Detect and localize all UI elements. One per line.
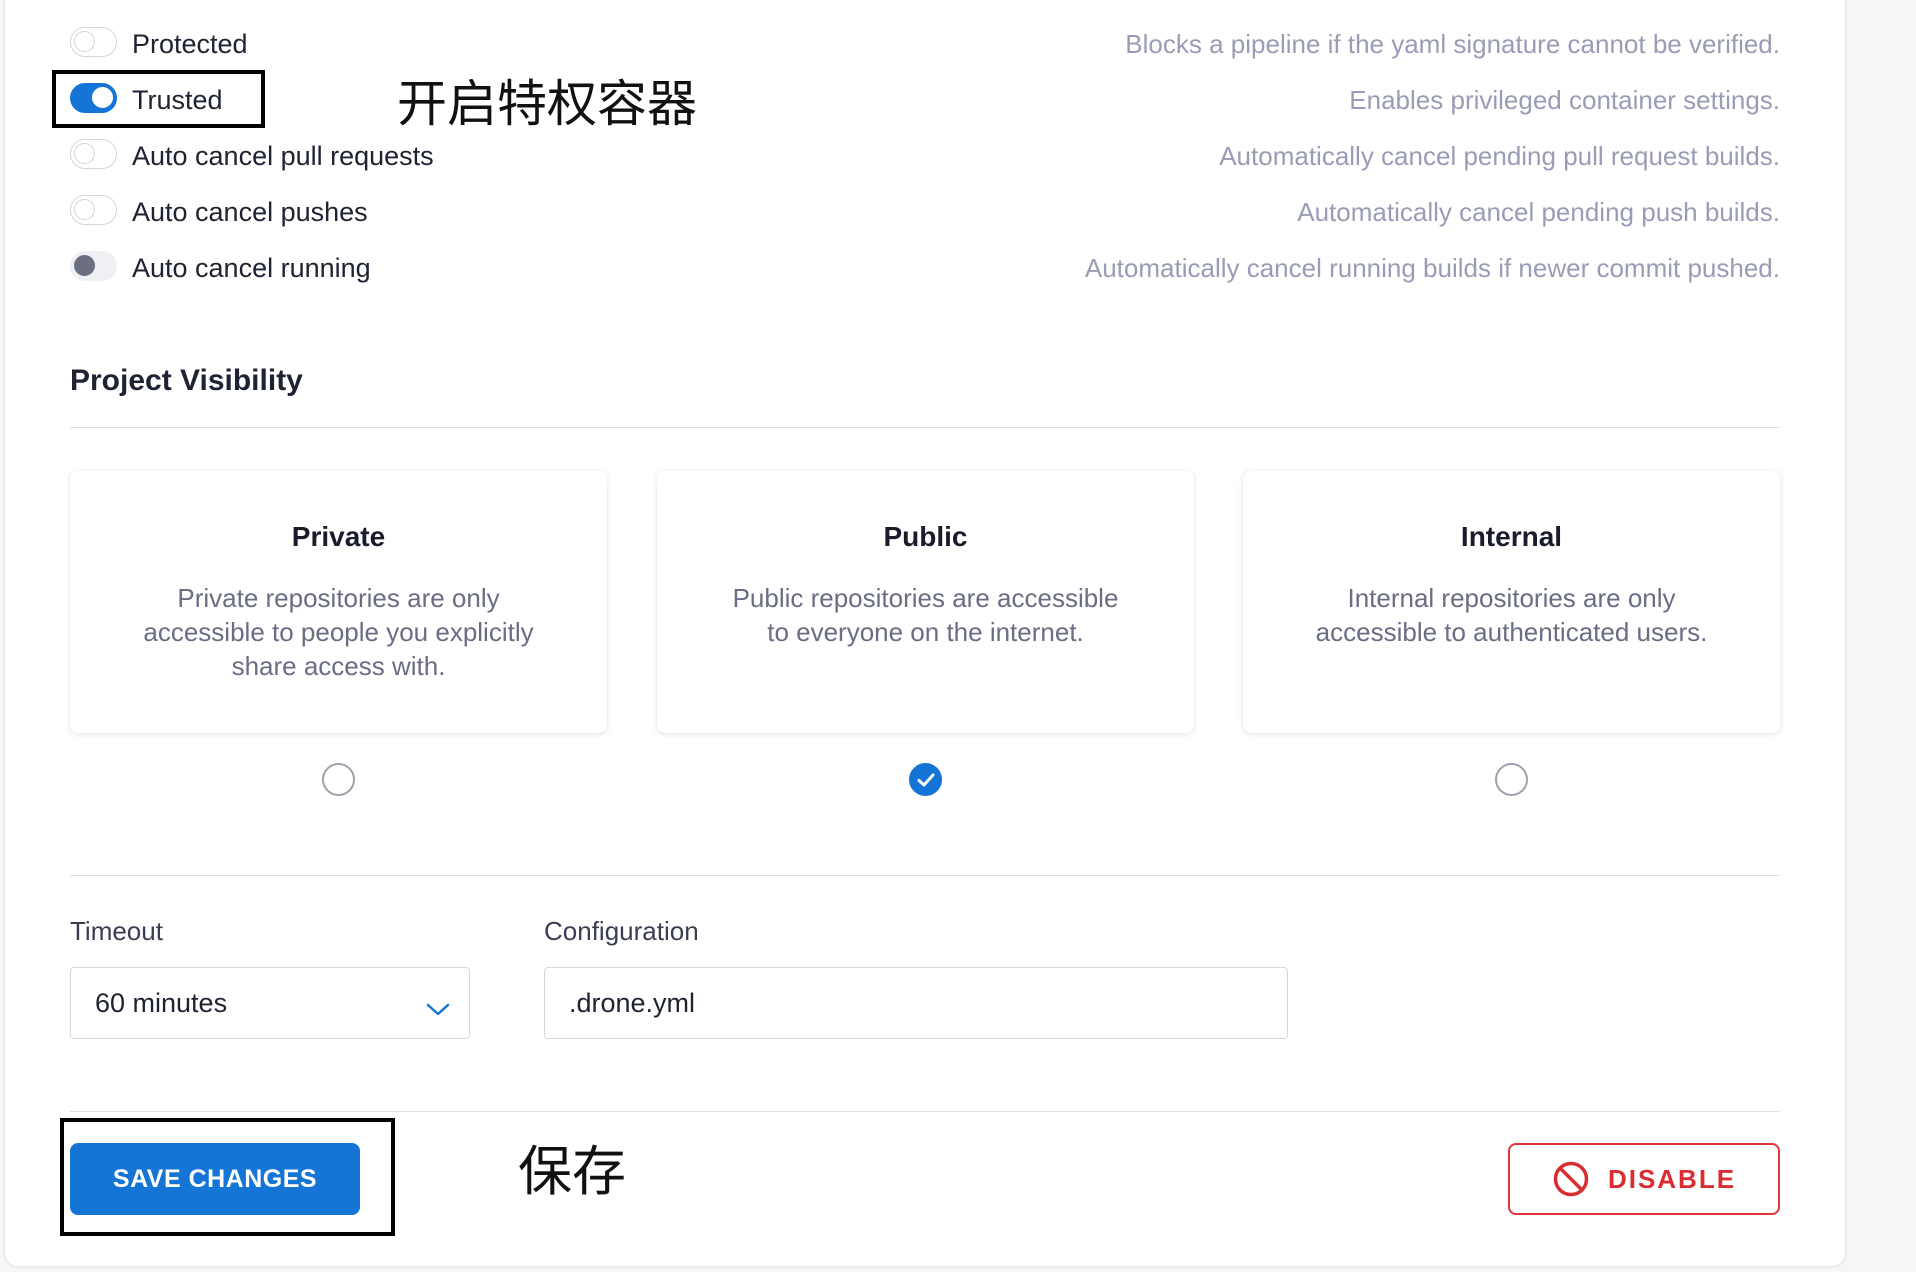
auto-cancel-running-toggle[interactable] [70, 251, 117, 281]
visibility-description: Internal repositories are only accessibl… [1315, 583, 1708, 647]
toggle-knob [74, 31, 95, 52]
divider [70, 875, 1780, 876]
setting-description: Automatically cancel pending pull reques… [1219, 141, 1780, 171]
setting-label: Auto cancel running [132, 253, 371, 283]
setting-label: Auto cancel pull requests [132, 141, 434, 171]
visibility-radio-private[interactable] [322, 763, 355, 796]
annotation-box-save [60, 1118, 395, 1236]
visibility-title: Private [291, 521, 386, 552]
visibility-radio-public[interactable] [909, 763, 942, 796]
annotation-trusted-note: 开启特权容器 [397, 75, 697, 133]
setting-auto-cancel-pushes: Auto cancel pushes Automatically cancel … [70, 190, 1780, 230]
visibility-description: Private repositories are only accessible… [143, 583, 534, 681]
chevron-down-icon [426, 1003, 450, 1016]
visibility-card-internal[interactable]: Internal Internal repositories are only … [1243, 471, 1780, 733]
setting-description: Blocks a pipeline if the yaml signature … [1125, 29, 1780, 59]
visibility-title: Internal [1460, 521, 1563, 552]
timeout-label: Timeout [70, 916, 163, 946]
protected-toggle[interactable] [70, 27, 117, 57]
visibility-card-private[interactable]: Private Private repositories are only ac… [70, 471, 607, 733]
section-title-project-visibility: Project Visibility [70, 364, 303, 397]
setting-description: Automatically cancel running builds if n… [1084, 253, 1780, 283]
toggle-knob [74, 199, 95, 220]
disable-button[interactable]: DISABLE [1508, 1143, 1780, 1215]
auto-cancel-pushes-toggle[interactable] [70, 195, 117, 225]
disable-label: DISABLE [1607, 1163, 1737, 1194]
setting-label: Auto cancel pushes [132, 197, 368, 227]
timeout-value: 60 minutes [95, 988, 228, 1018]
divider [70, 427, 1780, 428]
annotation-box-trusted [52, 70, 265, 128]
setting-auto-cancel-pull-requests: Auto cancel pull requests Automatically … [70, 134, 1780, 174]
visibility-description: Public repositories are accessible to ev… [732, 583, 1119, 647]
prohibited-icon [1553, 1161, 1589, 1197]
configuration-label: Configuration [544, 916, 699, 946]
setting-auto-cancel-running: Auto cancel running Automatically cancel… [70, 246, 1780, 286]
check-icon [917, 773, 935, 787]
auto-cancel-pull-requests-toggle[interactable] [70, 139, 117, 169]
setting-trusted: Trusted Enables privileged container set… [70, 78, 1780, 118]
setting-protected: Protected Blocks a pipeline if the yaml … [70, 22, 1780, 62]
toggle-knob [74, 255, 95, 276]
setting-label: Protected [132, 29, 248, 59]
timeout-select[interactable]: 60 minutes [70, 967, 470, 1039]
divider [70, 1111, 1780, 1112]
annotation-save-note: 保存 [518, 1140, 626, 1203]
setting-description: Automatically cancel pending push builds… [1297, 197, 1780, 227]
setting-description: Enables privileged container settings. [1349, 85, 1780, 115]
visibility-radio-internal[interactable] [1495, 763, 1528, 796]
configuration-input[interactable] [544, 967, 1288, 1039]
visibility-title: Public [883, 521, 968, 552]
visibility-card-public[interactable]: Public Public repositories are accessibl… [657, 471, 1194, 733]
toggle-knob [74, 143, 95, 164]
